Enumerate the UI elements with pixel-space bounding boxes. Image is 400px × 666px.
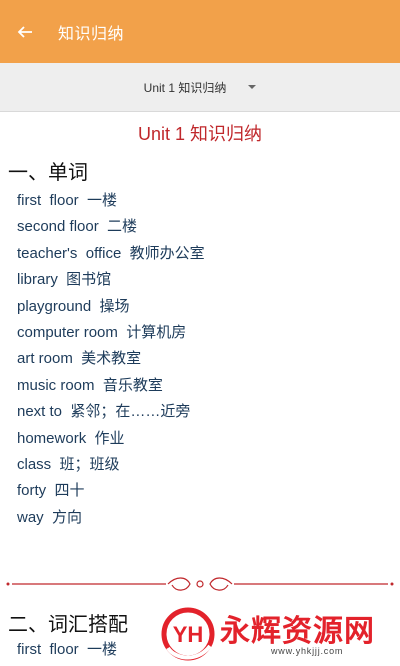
- word-item: library 图书馆: [17, 271, 112, 289]
- section-title-collocations: 二、词汇搭配: [8, 614, 128, 636]
- ornamental-divider: [6, 577, 394, 591]
- app-bar: 知识归纳: [0, 0, 400, 63]
- word-item: class 班；班级: [17, 455, 120, 473]
- word-item: teacher's office 教师办公室: [17, 244, 205, 262]
- word-item: playground 操场: [17, 297, 130, 315]
- word-item: first floor 一楼: [17, 641, 118, 658]
- word-item: music room 音乐教室: [17, 376, 163, 394]
- watermark-brand: 永辉资源网: [220, 615, 375, 648]
- svg-text:YH: YH: [173, 622, 204, 647]
- document-title: Unit 1 知识归纳: [137, 124, 263, 144]
- unit-selector[interactable]: Unit 1 知识归纳: [0, 63, 400, 112]
- word-list: first floor 一楼 second floor 二楼 teacher's…: [17, 188, 205, 531]
- back-button[interactable]: [12, 19, 38, 45]
- word-item: way 方向: [17, 508, 83, 526]
- watermark-url: www.yhkjjj.com: [271, 646, 344, 656]
- word-item: art room 美术教室: [17, 350, 142, 368]
- word-item: homework 作业: [17, 429, 125, 447]
- word-item: forty 四十: [17, 482, 85, 500]
- word-item: first floor 一楼: [17, 192, 118, 209]
- word-item: computer room 计算机房: [17, 323, 187, 341]
- section-title-words: 一、单词: [8, 162, 88, 184]
- site-watermark: YH 永辉资源网 www.yhkjjj.com: [160, 604, 400, 666]
- back-arrow-icon: [17, 25, 32, 38]
- document-content: Unit 1 知识归纳 一、单词 first floor 一楼 second f…: [0, 112, 400, 666]
- page-title: 知识归纳: [58, 25, 125, 43]
- word-item: next to 紧邻；在……近旁: [17, 403, 191, 421]
- dropdown-caret-icon: [248, 85, 257, 89]
- word-item: second floor 二楼: [17, 218, 138, 236]
- unit-selector-value: Unit 1 知识归纳: [143, 80, 227, 95]
- yh-logo-icon: YH: [161, 607, 215, 661]
